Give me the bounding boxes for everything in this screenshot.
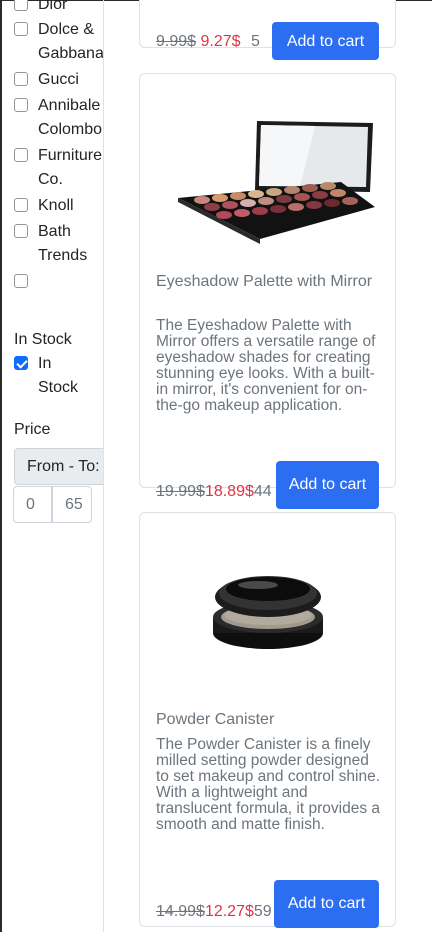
in-stock-filter[interactable]: In Stock bbox=[14, 352, 88, 400]
brand-checkbox[interactable] bbox=[14, 98, 28, 112]
old-price: 19.99$ bbox=[156, 483, 205, 500]
add-to-cart-button[interactable]: Add to cart bbox=[274, 880, 379, 928]
price-row: 9.99$ 9.27$ 5 bbox=[156, 32, 260, 52]
sidebar-divider bbox=[103, 0, 104, 932]
in-stock-checkbox[interactable] bbox=[14, 356, 28, 370]
brand-checkbox[interactable] bbox=[14, 274, 28, 288]
brand-label: Annibale Colombo bbox=[38, 97, 103, 138]
powder-canister-image bbox=[213, 576, 323, 649]
product-description: The Eyeshadow Palette with Mirror offers… bbox=[156, 317, 376, 414]
in-stock-label: In Stock bbox=[38, 355, 79, 396]
brand-filter-gucci[interactable]: Gucci bbox=[14, 68, 103, 92]
stock-count: 59 bbox=[253, 903, 272, 920]
brand-label: Gucci bbox=[38, 71, 79, 88]
filters-sidebar: Dior Dolce & Gabbana Gucci Annibale Colo… bbox=[2, 0, 103, 932]
brand-label: Knoll bbox=[38, 197, 74, 214]
brand-label: Dolce & Gabbana bbox=[38, 21, 103, 62]
new-price: 12.27$ bbox=[204, 903, 254, 920]
brand-checkbox[interactable] bbox=[14, 0, 28, 11]
product-title[interactable]: Eyeshadow Palette with Mirror bbox=[156, 272, 381, 291]
price-row: 14.99$12.27$59 bbox=[156, 902, 272, 922]
brand-label: Furniture Co. bbox=[38, 147, 103, 188]
brand-filter-bath-trends[interactable]: Bath Trends bbox=[14, 220, 103, 268]
product-title[interactable]: Powder Canister bbox=[156, 710, 381, 729]
brand-filter-furniture-co[interactable]: Furniture Co. bbox=[14, 144, 103, 192]
brand-checkbox[interactable] bbox=[14, 72, 28, 86]
add-to-cart-button[interactable]: Add to cart bbox=[276, 461, 379, 509]
brand-checkbox[interactable] bbox=[14, 224, 28, 238]
brand-filter-dior[interactable]: Dior bbox=[14, 0, 103, 17]
brand-checkbox[interactable] bbox=[14, 22, 28, 36]
product-card: 9.99$ 9.27$ 5 Add to cart bbox=[139, 0, 396, 60]
price-range-label: From - To: bbox=[14, 448, 103, 485]
stock-count: 44 bbox=[253, 483, 272, 500]
brand-checkbox[interactable] bbox=[14, 198, 28, 212]
brand-label: Dior bbox=[38, 0, 68, 13]
old-price: 9.99$ bbox=[156, 33, 197, 50]
add-to-cart-button[interactable]: Add to cart bbox=[272, 22, 379, 60]
product-card: Eyeshadow Palette with Mirror The Eyesha… bbox=[139, 73, 396, 509]
new-price: 18.89$ bbox=[204, 483, 254, 500]
price-to-input[interactable]: 65 bbox=[52, 486, 92, 523]
brand-label: Bath Trends bbox=[38, 223, 88, 264]
price-from-input[interactable]: 0 bbox=[13, 486, 52, 523]
stock-count: 5 bbox=[251, 33, 260, 50]
brand-filter-knoll[interactable]: Knoll bbox=[14, 194, 103, 218]
brand-filter-annibale-colombo[interactable]: Annibale Colombo bbox=[14, 94, 103, 142]
product-card: Powder Canister The Powder Canister is a… bbox=[139, 512, 396, 928]
price-section-title: Price bbox=[14, 421, 51, 438]
brand-checkbox[interactable] bbox=[14, 148, 28, 162]
price-row: 19.99$18.89$44 bbox=[156, 482, 272, 502]
in-stock-section-title: In Stock bbox=[14, 331, 72, 348]
new-price: 9.27$ bbox=[200, 33, 241, 50]
brand-filter-unnamed[interactable] bbox=[14, 270, 103, 288]
brand-filter-dolce-gabbana[interactable]: Dolce & Gabbana bbox=[14, 18, 103, 66]
eyeshadow-palette-image bbox=[178, 121, 375, 244]
product-description: The Powder Canister is a finely milled s… bbox=[156, 736, 381, 833]
old-price: 14.99$ bbox=[156, 903, 205, 920]
